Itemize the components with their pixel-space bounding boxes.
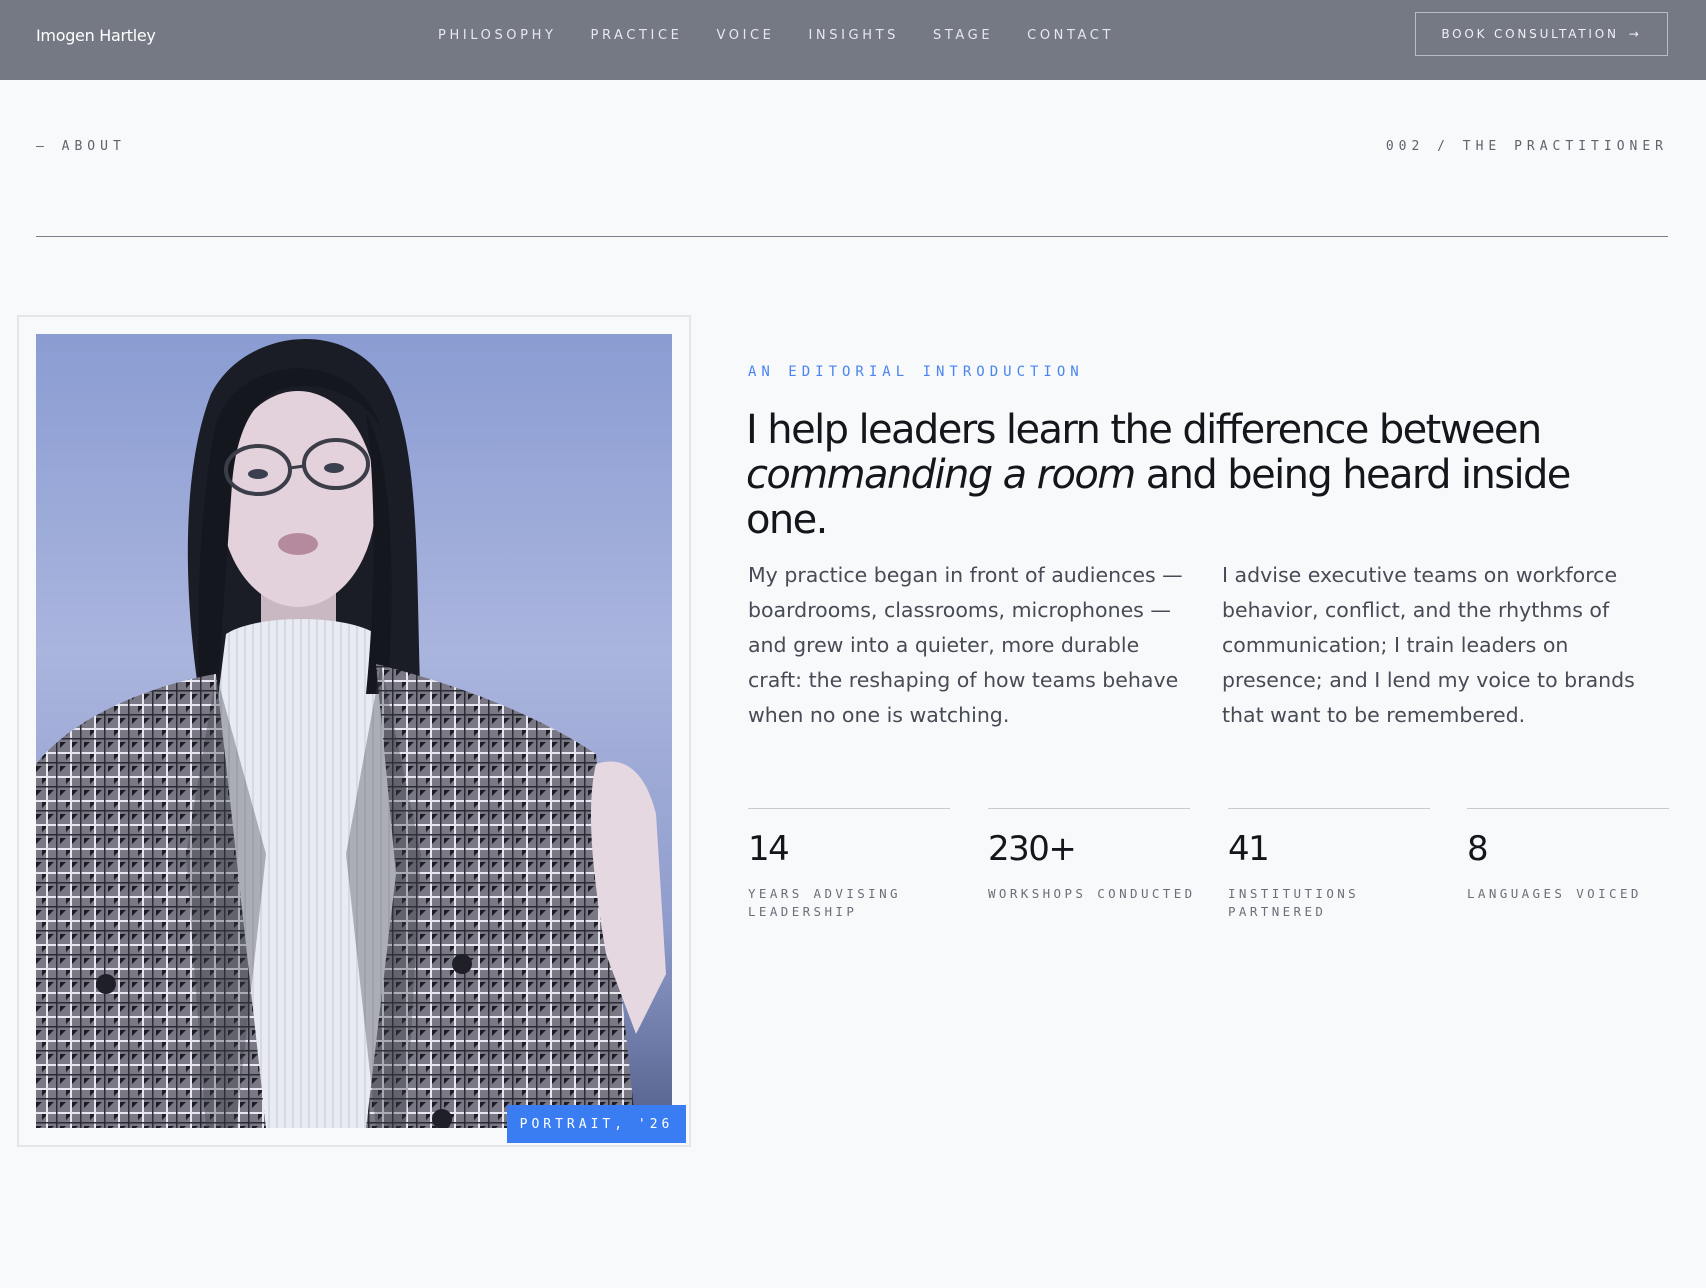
stat-number: 230+ bbox=[988, 829, 1077, 869]
stat-label: YEARS ADVISING LEADERSHIP bbox=[748, 886, 901, 919]
portrait-image bbox=[36, 334, 672, 1128]
stat-number: 8 bbox=[1467, 829, 1489, 869]
top-navigation-bar: Imogen Hartley PHILOSOPHY PRACTICE VOICE… bbox=[0, 0, 1706, 80]
headline-emphasis: commanding a room bbox=[746, 452, 1136, 498]
main-nav: PHILOSOPHY PRACTICE VOICE INSIGHTS STAGE… bbox=[438, 0, 1148, 70]
page-headline: I help leaders learn the difference betw… bbox=[746, 408, 1646, 543]
stat-label: LANGUAGES VOICED bbox=[1467, 886, 1642, 901]
stat-label: INSTITUTIONS PARTNERED bbox=[1228, 886, 1360, 919]
brand-name[interactable]: Imogen Hartley bbox=[36, 0, 156, 70]
section-eyebrow: — ABOUT bbox=[36, 139, 126, 154]
nav-link-voice[interactable]: VOICE bbox=[716, 28, 774, 43]
book-consultation-label: BOOK CONSULTATION bbox=[1441, 27, 1619, 41]
arrow-right-icon: → bbox=[1628, 27, 1642, 41]
headline-text-lead: I help leaders learn the difference betw… bbox=[746, 407, 1542, 453]
portrait-caption-badge: PORTRAIT, '26 bbox=[507, 1105, 686, 1143]
stat-number: 14 bbox=[748, 829, 790, 869]
intro-paragraph-left: My practice began in front of audiences … bbox=[748, 563, 1183, 727]
stat-item: 41 INSTITUTIONS PARTNERED bbox=[1228, 808, 1430, 921]
book-consultation-button[interactable]: BOOK CONSULTATION → bbox=[1415, 12, 1668, 56]
intro-paragraph-right: I advise executive teams on workforce be… bbox=[1222, 563, 1635, 727]
section-kicker: AN EDITORIAL INTRODUCTION bbox=[748, 364, 1084, 380]
stat-item: 230+ WORKSHOPS CONDUCTED bbox=[988, 808, 1192, 903]
stat-item: 14 YEARS ADVISING LEADERSHIP bbox=[748, 808, 950, 921]
nav-link-contact[interactable]: CONTACT bbox=[1027, 28, 1114, 43]
nav-link-philosophy[interactable]: PHILOSOPHY bbox=[438, 28, 557, 43]
nav-link-insights[interactable]: INSIGHTS bbox=[809, 28, 900, 43]
section-index: 002 / THE PRACTITIONER bbox=[1385, 139, 1668, 154]
nav-link-practice[interactable]: PRACTICE bbox=[591, 28, 683, 43]
stat-label: WORKSHOPS CONDUCTED bbox=[988, 886, 1196, 901]
nav-link-stage[interactable]: STAGE bbox=[933, 28, 993, 43]
stat-number: 41 bbox=[1228, 829, 1270, 869]
stat-item: 8 LANGUAGES VOICED bbox=[1467, 808, 1669, 903]
section-divider bbox=[36, 236, 1668, 237]
